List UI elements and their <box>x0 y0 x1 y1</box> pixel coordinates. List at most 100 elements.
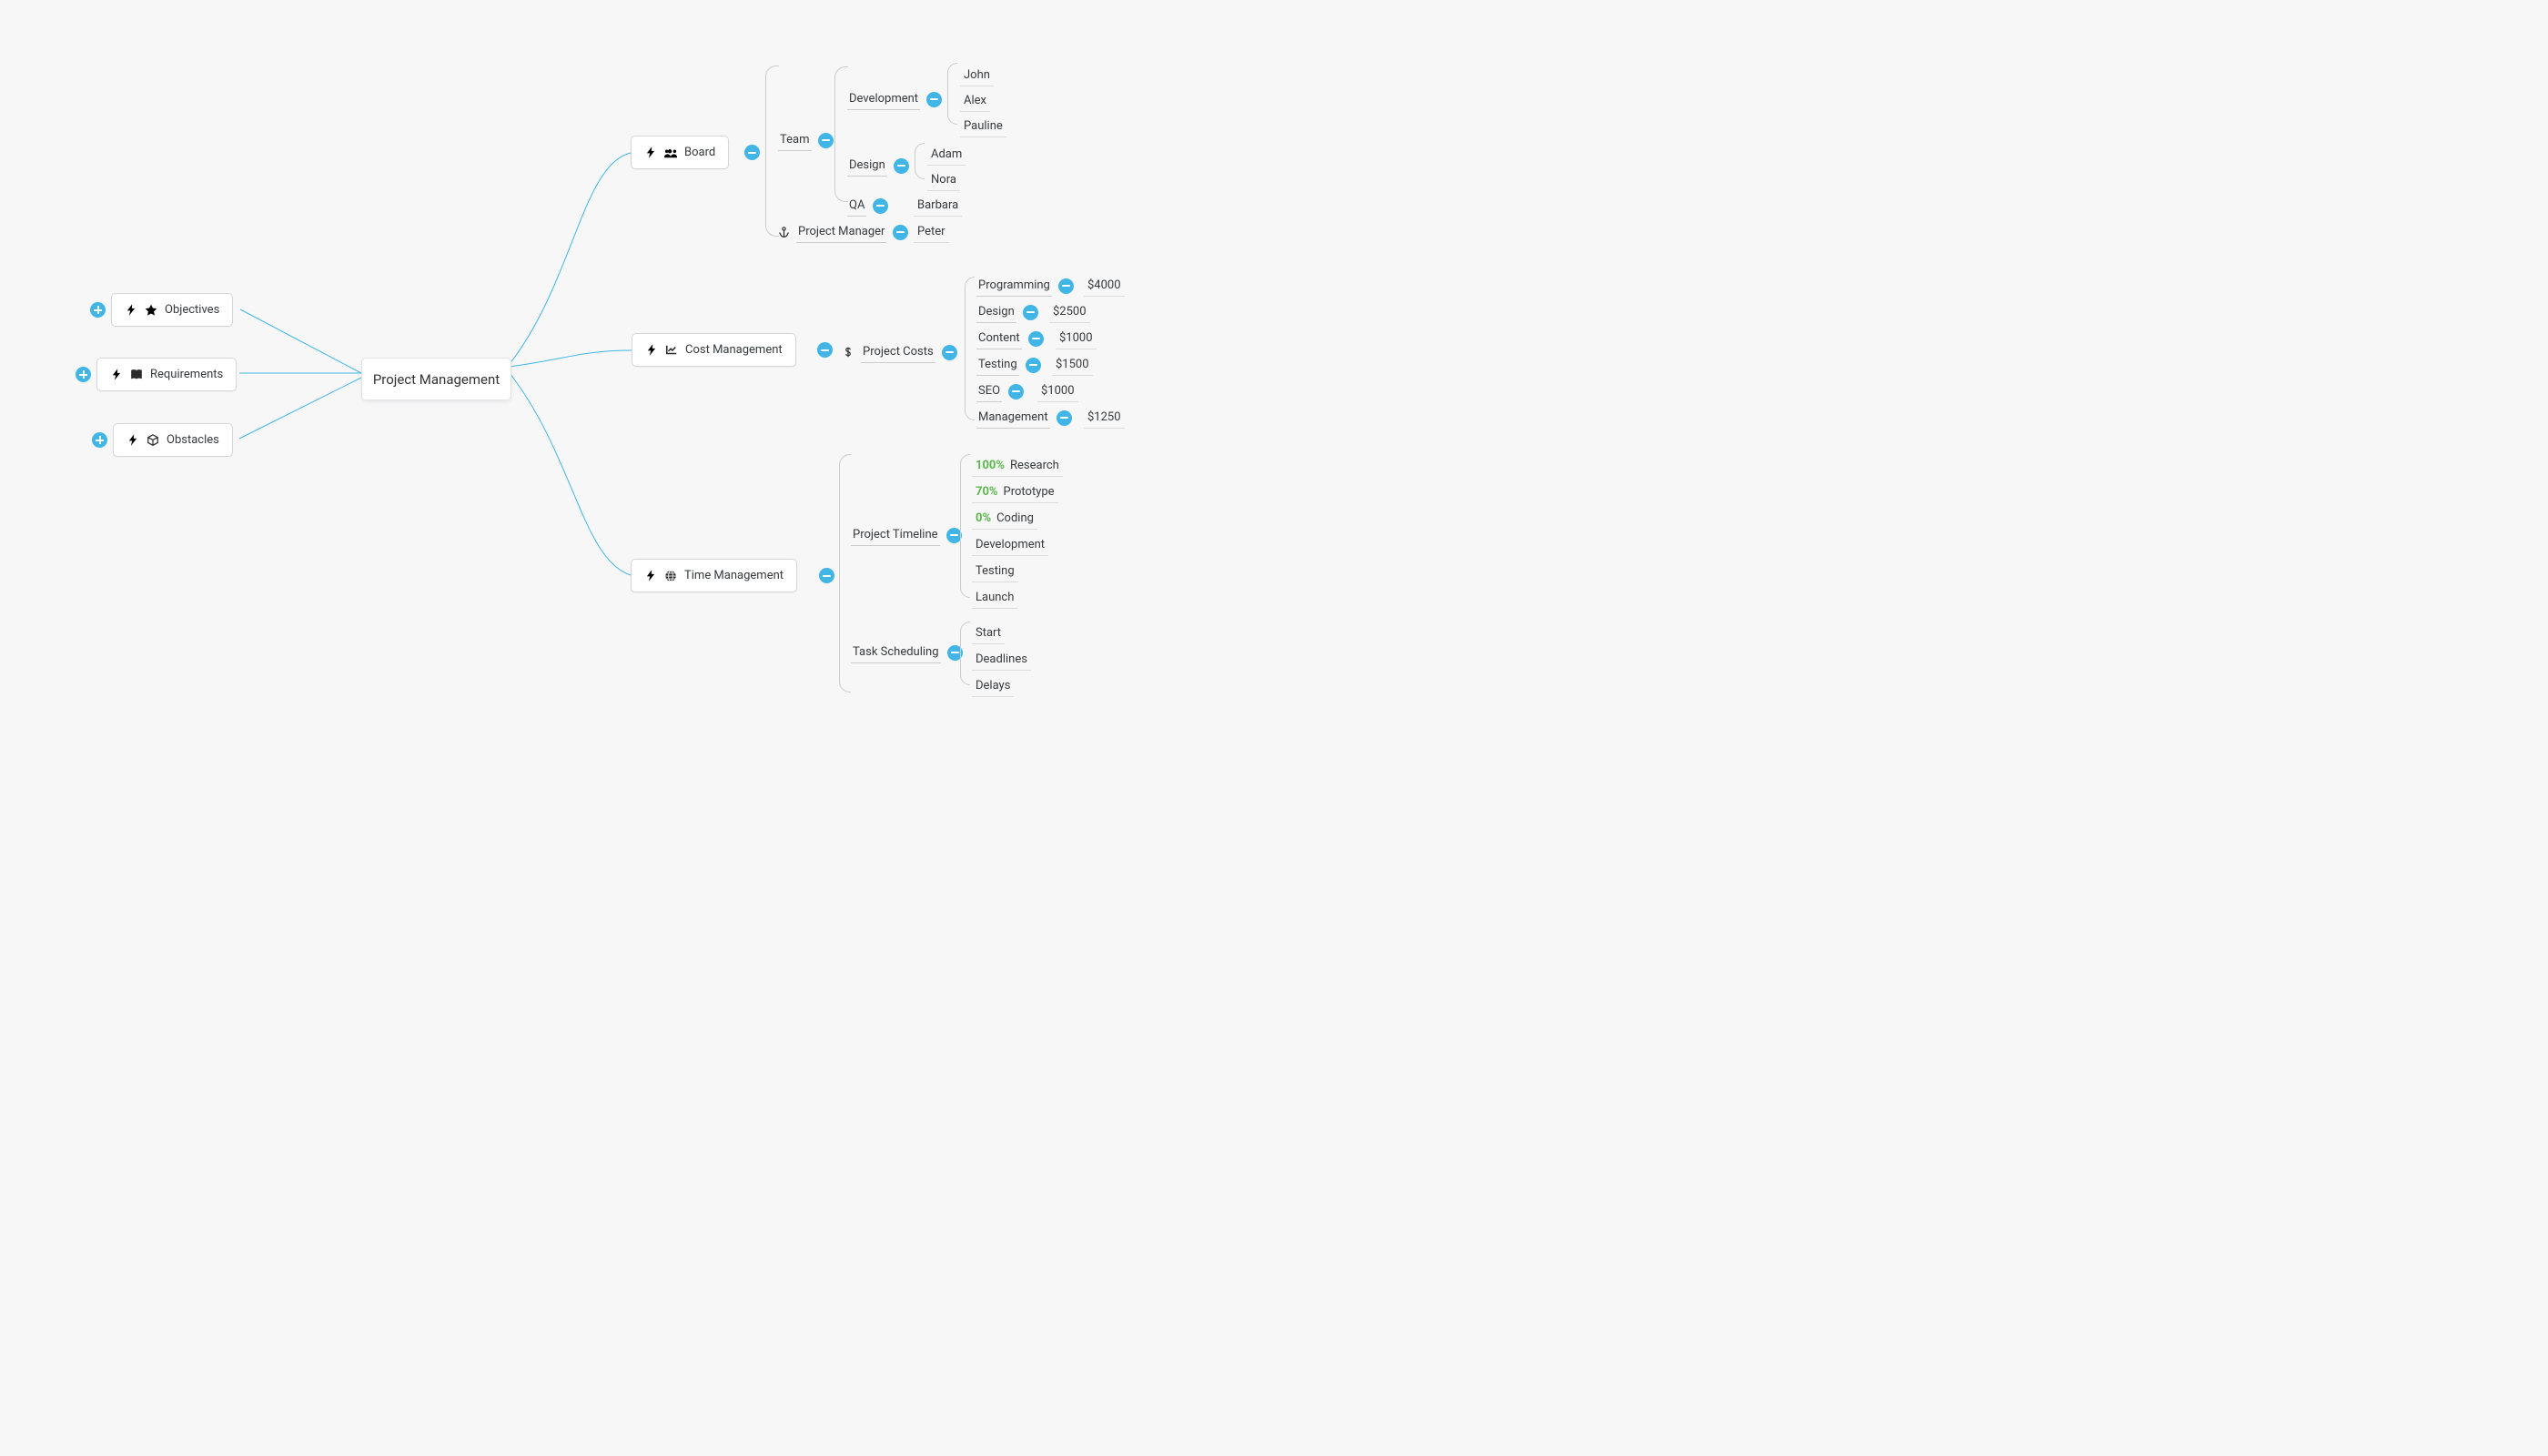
node-requirements[interactable]: Requirements <box>96 358 237 391</box>
timeline-pct: 100% <box>976 459 1005 472</box>
schedule-item[interactable]: Deadlines <box>972 649 1031 671</box>
collapse-toggle-development[interactable] <box>926 92 942 107</box>
subnode-team[interactable]: Team <box>778 129 834 151</box>
subnode-scheduling[interactable]: Task Scheduling <box>851 642 963 663</box>
collapse-toggle-board[interactable] <box>744 145 760 160</box>
leaf-member[interactable]: Adam <box>927 144 966 166</box>
node-label: Requirements <box>150 368 223 381</box>
expand-toggle-objectives[interactable] <box>90 302 106 318</box>
bolt-icon <box>110 369 123 381</box>
collapse-toggle-pm[interactable] <box>893 225 908 240</box>
leaf-member[interactable]: Peter <box>914 221 949 243</box>
subnode-pm[interactable]: Project Manager <box>777 221 908 243</box>
node-label: Cost Management <box>685 343 783 357</box>
subnode-label: Design <box>847 155 887 177</box>
subnode-design[interactable]: Design <box>847 155 909 177</box>
timeline-item[interactable]: Launch <box>972 587 1017 609</box>
timeline-item[interactable]: Development <box>972 534 1048 556</box>
schedule-item[interactable]: Delays <box>972 675 1014 697</box>
bolt-icon <box>644 570 657 582</box>
collapse-toggle-cost[interactable] <box>817 342 833 358</box>
bracket <box>960 622 970 685</box>
root-node[interactable]: Project Management <box>361 358 511 400</box>
star-icon <box>145 304 157 317</box>
timeline-name: Testing <box>976 564 1015 578</box>
cost-value[interactable]: $1500 <box>1052 354 1093 376</box>
dollar-icon <box>842 346 854 359</box>
leaf-member[interactable]: Alex <box>960 90 990 112</box>
cost-value[interactable]: $2500 <box>1049 301 1090 323</box>
cost-name: Testing <box>976 354 1019 376</box>
leaf-member[interactable]: Pauline <box>960 116 1006 137</box>
bracket <box>947 63 957 125</box>
node-label: Board <box>684 146 715 159</box>
cost-row[interactable]: SEO <box>976 380 1024 402</box>
collapse-toggle-design[interactable] <box>894 158 909 174</box>
subnode-timeline[interactable]: Project Timeline <box>851 524 962 546</box>
subnode-development[interactable]: Development <box>847 88 942 110</box>
bolt-icon <box>125 304 137 317</box>
node-label: Obstacles <box>167 433 219 447</box>
cost-value[interactable]: $1000 <box>1056 328 1097 349</box>
timeline-item[interactable]: Testing <box>972 561 1018 582</box>
timeline-name: Research <box>1010 459 1059 472</box>
node-time-management[interactable]: Time Management <box>631 559 797 592</box>
leaf-member[interactable]: John <box>960 65 994 86</box>
collapse-toggle[interactable] <box>1028 331 1044 347</box>
expand-toggle-obstacles[interactable] <box>92 432 107 448</box>
root-label: Project Management <box>373 371 500 388</box>
leaf-member[interactable]: Barbara <box>914 195 962 217</box>
bolt-icon <box>644 147 657 159</box>
collapse-toggle-team[interactable] <box>818 133 834 148</box>
collapse-toggle[interactable] <box>1057 410 1072 426</box>
cost-row[interactable]: Content <box>976 328 1044 349</box>
cost-value[interactable]: $1250 <box>1084 407 1125 429</box>
collapse-toggle-qa[interactable] <box>873 198 888 214</box>
collapse-toggle-time[interactable] <box>819 568 834 583</box>
cost-name: Design <box>976 301 1016 323</box>
collapse-toggle[interactable] <box>1008 384 1024 399</box>
subnode-label: Project Manager <box>796 221 886 243</box>
collapse-toggle[interactable] <box>1058 278 1074 294</box>
subnode-qa[interactable]: QA <box>847 195 888 217</box>
expand-toggle-requirements[interactable] <box>76 367 91 382</box>
subnode-label: Task Scheduling <box>851 642 941 663</box>
bracket <box>915 143 925 179</box>
book-icon <box>130 369 143 381</box>
cost-row[interactable]: Design <box>976 301 1038 323</box>
collapse-toggle-project-costs[interactable] <box>942 345 957 360</box>
schedule-item[interactable]: Start <box>972 622 1005 644</box>
timeline-pct: 70% <box>976 485 998 499</box>
timeline-name: Coding <box>996 511 1034 525</box>
node-cost-management[interactable]: Cost Management <box>632 333 796 367</box>
cube-icon <box>147 434 159 447</box>
cost-value[interactable]: $1000 <box>1037 380 1078 402</box>
bracket <box>960 454 970 598</box>
collapse-toggle[interactable] <box>1023 305 1038 320</box>
timeline-item[interactable]: 70%Prototype <box>972 481 1058 503</box>
timeline-name: Launch <box>976 591 1014 604</box>
subnode-label: Development <box>847 88 920 110</box>
cost-value[interactable]: $4000 <box>1084 275 1125 297</box>
cost-name: Management <box>976 407 1050 429</box>
subnode-label: Team <box>778 129 812 151</box>
subnode-project-costs[interactable]: Project Costs <box>842 341 957 363</box>
timeline-item[interactable]: 0% Coding <box>972 508 1037 530</box>
bracket <box>839 454 851 693</box>
leaf-member[interactable]: Nora <box>927 169 960 191</box>
collapse-toggle[interactable] <box>1026 358 1041 373</box>
cost-name: Programming <box>976 275 1052 297</box>
cost-row[interactable]: Testing <box>976 354 1041 376</box>
cost-name: Content <box>976 328 1022 349</box>
cost-row[interactable]: Programming <box>976 275 1074 297</box>
cost-row[interactable]: Management <box>976 407 1072 429</box>
node-label: Time Management <box>684 569 784 582</box>
collapse-toggle-timeline[interactable] <box>946 528 962 543</box>
bracket <box>765 66 779 237</box>
bolt-icon <box>645 344 658 357</box>
node-obstacles[interactable]: Obstacles <box>113 423 233 457</box>
timeline-pct: 0% <box>976 511 991 525</box>
node-board[interactable]: Board <box>631 136 729 169</box>
node-objectives[interactable]: Objectives <box>111 293 233 327</box>
timeline-item[interactable]: 100% Research <box>972 455 1063 477</box>
